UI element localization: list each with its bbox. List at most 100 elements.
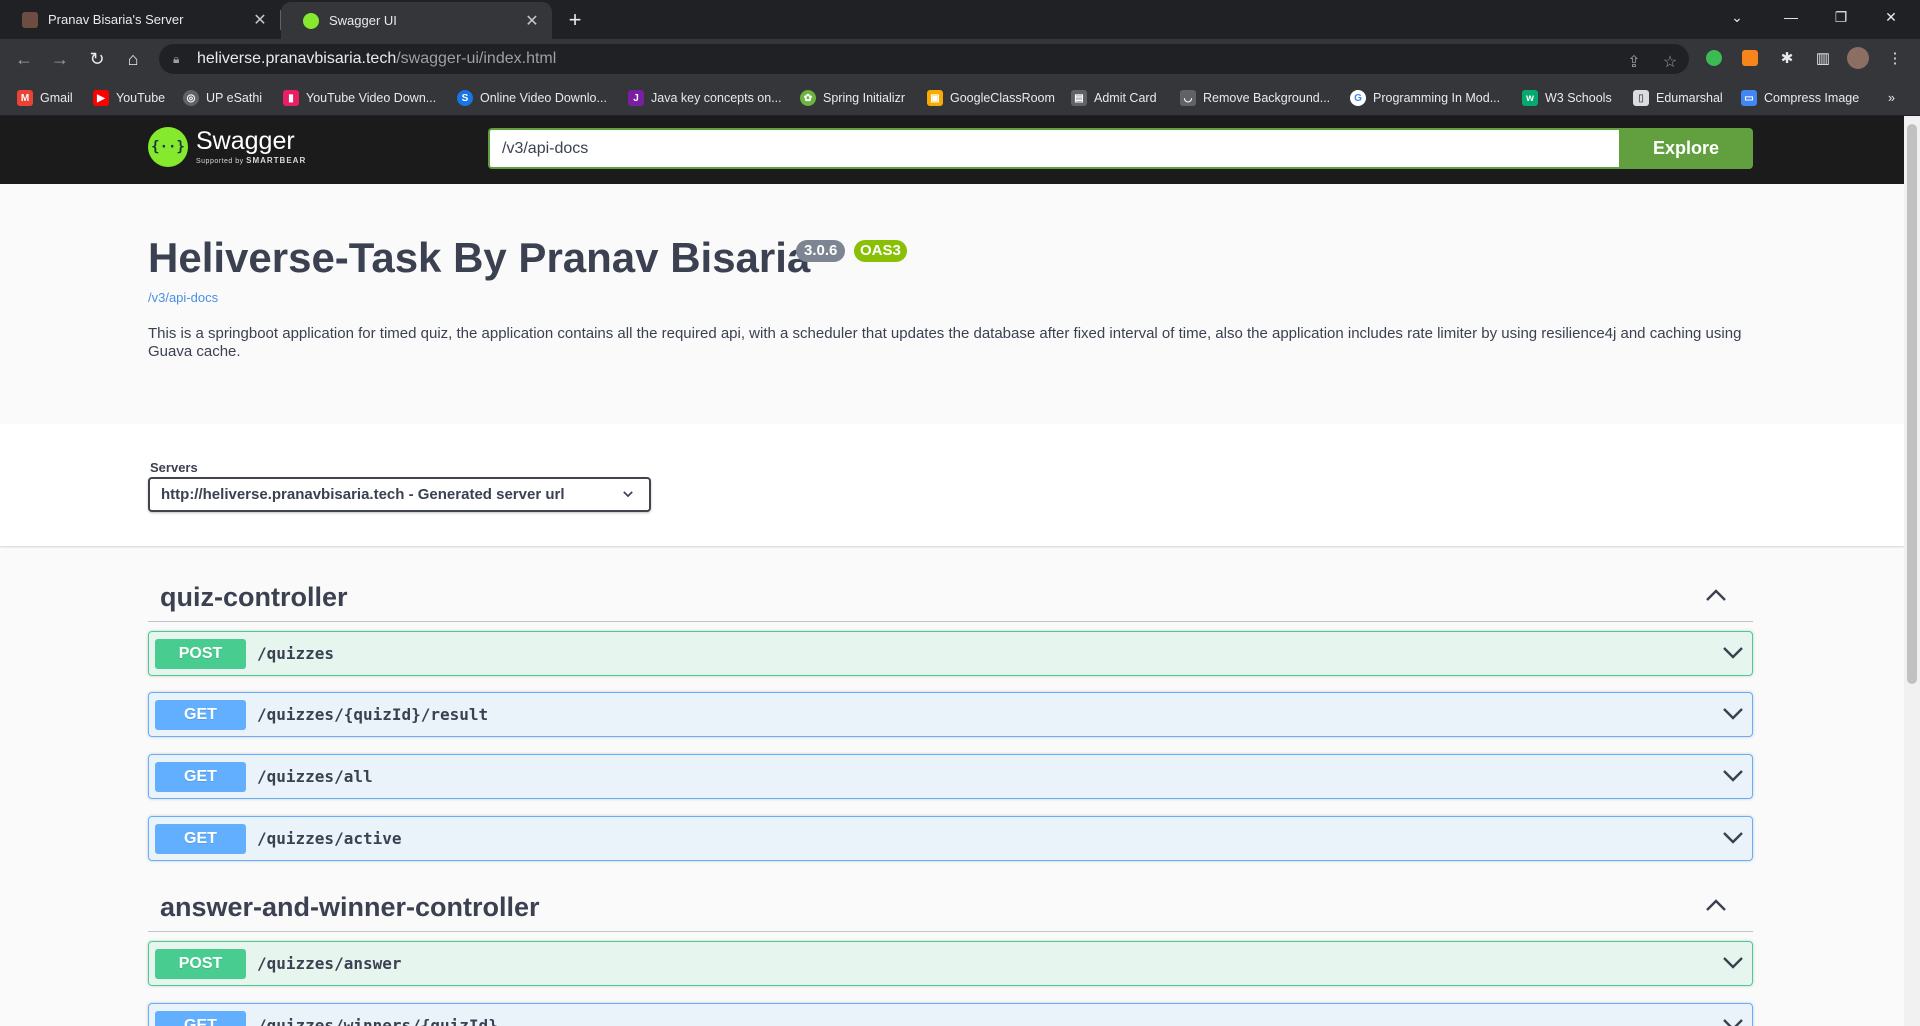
- bookmark-label: Spring Initializr: [823, 91, 905, 105]
- chevron-down-icon[interactable]: [1722, 769, 1744, 783]
- tab-swagger-ui[interactable]: Swagger UI ✕: [281, 2, 552, 39]
- opblock-get-quizzes-all[interactable]: GET /quizzes/all: [148, 754, 1753, 799]
- opblock-get-quizzes-active[interactable]: GET /quizzes/active: [148, 816, 1753, 861]
- profile-favicon-icon: [22, 11, 38, 28]
- url-host: heliverse.pranavbisaria.tech: [197, 50, 397, 67]
- oas-badge: OAS3: [854, 240, 907, 262]
- swagger-brand: Swagger Supported by SMARTBEAR: [196, 127, 307, 166]
- home-icon[interactable]: ⌂: [121, 47, 145, 71]
- forward-arrow-icon[interactable]: →: [48, 47, 72, 71]
- spec-link[interactable]: /v3/api-docs: [148, 290, 218, 305]
- bookmark-label: Compress Image: [1764, 91, 1860, 105]
- bookmark-label: YouTube: [116, 91, 166, 105]
- opblock-post-quizzes[interactable]: POST /quizzes: [148, 631, 1753, 676]
- spring-icon: ✿: [800, 90, 816, 106]
- minimize-icon[interactable]: —: [1766, 0, 1816, 34]
- tab-server[interactable]: Pranav Bisaria's Server ✕: [0, 0, 280, 39]
- bookmark-up-esathi[interactable]: ◎ UP eSathi: [183, 88, 262, 108]
- bookmark-star-icon[interactable]: ☆: [1660, 52, 1680, 72]
- bookmark-label: GoogleClassRoom: [950, 91, 1055, 105]
- swagger-logo[interactable]: {··} Swagger Supported by SMARTBEAR: [148, 127, 306, 167]
- bookmark-label: Admit Card: [1094, 91, 1157, 105]
- endpoint-path: /quizzes: [257, 644, 335, 663]
- bookmark-label: Java key concepts on...: [651, 91, 782, 105]
- tag-header-answer-and-winner-controller[interactable]: answer-and-winner-controller: [148, 874, 1753, 932]
- chevron-down-icon[interactable]: [1722, 646, 1744, 660]
- tab-strip: Pranav Bisaria's Server ✕ Swagger UI ✕ +…: [0, 0, 1920, 39]
- opblock-post-quizzes-answer[interactable]: POST /quizzes/answer: [148, 941, 1753, 986]
- swagger-braces-icon: {··}: [148, 127, 188, 167]
- version-badge: 3.0.6: [796, 240, 846, 262]
- tab-search-chevron-icon[interactable]: ⌄: [1712, 0, 1762, 34]
- endpoint-path: /quizzes/active: [257, 829, 402, 848]
- brand-tagline: Supported by SMARTBEAR: [196, 156, 307, 166]
- api-title: Heliverse-Task By Pranav Bisaria: [148, 234, 811, 281]
- profile-avatar[interactable]: [1847, 47, 1869, 69]
- bookmark-label: W3 Schools: [1545, 91, 1612, 105]
- page-scrollbar[interactable]: [1904, 116, 1920, 1026]
- share-icon[interactable]: ⇪: [1624, 52, 1644, 72]
- bookmark-w3-schools[interactable]: w W3 Schools: [1522, 88, 1612, 108]
- bookmark-spring-initializr[interactable]: ✿ Spring Initializr: [800, 88, 905, 108]
- close-icon[interactable]: ✕: [522, 11, 542, 31]
- chevron-down-icon: [623, 491, 633, 498]
- globe-icon: ◎: [183, 90, 199, 106]
- lock-icon[interactable]: 🔒︎: [173, 52, 187, 66]
- servers-select[interactable]: http://heliverse.pranavbisaria.tech - Ge…: [148, 477, 651, 512]
- more-bookmarks-button[interactable]: »: [1888, 88, 1895, 108]
- explore-button[interactable]: Explore: [1619, 128, 1753, 169]
- chevron-up-icon[interactable]: [1705, 898, 1727, 912]
- bookmark-compress-image[interactable]: ▭ Compress Image: [1741, 88, 1859, 108]
- endpoint-path: /quizzes/{quizId}/result: [257, 705, 489, 724]
- bookmark-online-video-downlo[interactable]: S Online Video Downlo...: [457, 88, 607, 108]
- url-text: heliverse.pranavbisaria.tech/swagger-ui/…: [197, 50, 556, 68]
- opblock-get-quiz-winners[interactable]: GET /quizzes/winners/{quizId}: [148, 1003, 1753, 1026]
- chevron-up-icon[interactable]: [1705, 588, 1727, 602]
- spec-url-input[interactable]: [488, 128, 1619, 169]
- w3-icon: w: [1522, 90, 1538, 106]
- bookmark-remove-background[interactable]: ◡ Remove Background...: [1180, 88, 1330, 108]
- download-icon: ▮: [283, 90, 299, 106]
- bookmark-label: Edumarshal: [1656, 91, 1723, 105]
- close-window-icon[interactable]: ✕: [1866, 0, 1916, 34]
- chevron-down-icon[interactable]: [1722, 831, 1744, 845]
- bookmark-edumarshal[interactable]: ▯ Edumarshal: [1633, 88, 1723, 108]
- bookmark-googleclassroom[interactable]: ▣ GoogleClassRoom: [927, 88, 1055, 108]
- tab-title: Swagger UI: [329, 13, 397, 28]
- new-tab-plus-icon[interactable]: +: [562, 7, 588, 33]
- extension-green-icon[interactable]: [1703, 47, 1725, 69]
- scrollbar-thumb[interactable]: [1907, 124, 1917, 684]
- bookmark-java-key-concepts[interactable]: J Java key concepts on...: [628, 88, 782, 108]
- metamask-fox-icon[interactable]: [1739, 47, 1761, 69]
- tag-header-quiz-controller[interactable]: quiz-controller: [148, 564, 1753, 622]
- bookmarks-bar: M Gmail ▶ YouTube ◎ UP eSathi ▮ YouTube Vide…: [0, 79, 1920, 116]
- api-info: Heliverse-Task By Pranav Bisaria 3.0.6 O…: [0, 184, 1904, 424]
- side-panel-icon[interactable]: ▥: [1812, 47, 1834, 69]
- address-bar[interactable]: 🔒︎ heliverse.pranavbisaria.tech/swagger-…: [159, 44, 1689, 74]
- chevron-down-icon[interactable]: [1722, 1018, 1744, 1026]
- browser-toolbar: ← → ↻ ⌂ 🔒︎ heliverse.pranavbisaria.tech/…: [0, 39, 1920, 79]
- bookmark-label: Remove Background...: [1203, 91, 1331, 105]
- bookmark-admit-card[interactable]: ▤ Admit Card: [1071, 88, 1157, 108]
- brand-name: Swagger: [196, 127, 295, 155]
- chevron-down-icon[interactable]: [1722, 707, 1744, 721]
- restore-icon[interactable]: ❐: [1816, 0, 1866, 34]
- brand-sub: Supported by: [196, 158, 244, 165]
- extensions-puzzle-icon[interactable]: ✱: [1776, 47, 1798, 69]
- bookmark-label: UP eSathi: [206, 91, 263, 105]
- bookmark-youtube-video-down[interactable]: ▮ YouTube Video Down...: [283, 88, 436, 108]
- bookmark-programming-in-mod[interactable]: G Programming In Mod...: [1350, 88, 1500, 108]
- tag-name: answer-and-winner-controller: [160, 892, 540, 922]
- opblock-get-quiz-result[interactable]: GET /quizzes/{quizId}/result: [148, 692, 1753, 737]
- chevron-down-icon[interactable]: [1722, 956, 1744, 970]
- menu-kebab-icon[interactable]: ⋮: [1884, 47, 1906, 69]
- image-icon: ▭: [1741, 90, 1757, 106]
- back-arrow-icon[interactable]: ←: [12, 47, 36, 71]
- bookmark-gmail[interactable]: M Gmail: [17, 88, 73, 108]
- method-badge: POST: [155, 948, 246, 979]
- close-icon[interactable]: ✕: [250, 10, 270, 30]
- bookmark-youtube[interactable]: ▶ YouTube: [93, 88, 165, 108]
- brand-company: SMARTBEAR: [246, 156, 307, 165]
- doc-icon: ▯: [1633, 90, 1649, 106]
- reload-icon[interactable]: ↻: [85, 47, 109, 71]
